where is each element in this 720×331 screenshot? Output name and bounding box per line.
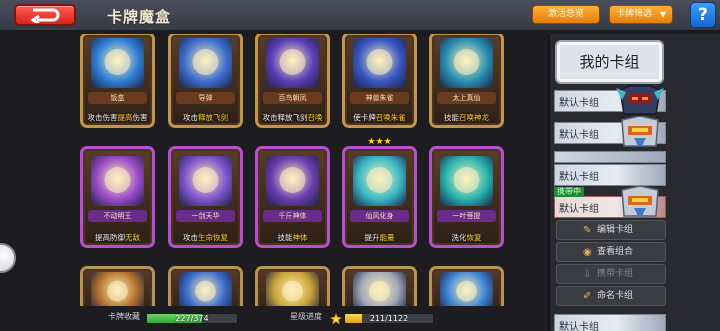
deck-item[interactable]: 默认卡组	[554, 314, 666, 331]
card-skill-text: 攻击释放飞剑召唤	[262, 113, 323, 122]
view-combo-button[interactable]: ◉ 查看组合	[556, 242, 666, 262]
card-skill-text: 攻击生命恢复	[183, 233, 228, 242]
card-item[interactable]	[342, 266, 417, 306]
deck-item-name: 默认卡组	[559, 322, 599, 331]
card-name: 太上真仙	[437, 92, 496, 104]
card-skill-text: 使卡牌召唤朱雀	[353, 113, 406, 122]
robot-avatar-icon	[616, 85, 664, 115]
card-item[interactable]: 仙风化身 提升能量	[342, 146, 417, 248]
robot-avatar-icon	[621, 116, 659, 147]
card-frame	[255, 266, 330, 306]
card-name: 一叶菩提	[437, 210, 496, 222]
edit-deck-button[interactable]: ✎ 编辑卡组	[556, 220, 666, 240]
help-button[interactable]: ?	[690, 2, 716, 28]
card-filter-dropdown[interactable]: 卡牌筛选 ▼	[609, 5, 673, 24]
deck-item[interactable]: 默认卡组	[554, 164, 666, 186]
rename-deck-button[interactable]: ✐ 命名卡组	[556, 286, 666, 306]
star-icon	[330, 313, 342, 325]
deck-panel: 我的卡组 默认卡组 默认卡组 默认卡组 携带中 默认卡组 ✎ 编辑卡组 ◉ 查看…	[548, 34, 720, 331]
deck-item-name: 默认卡组	[559, 172, 599, 183]
card-name: 仙风化身	[350, 210, 409, 222]
star-progress-label: 星级进度	[290, 312, 322, 321]
card-item[interactable]	[168, 266, 243, 306]
top-bar: 卡牌魔盒 激活总览 卡牌筛选 ▼ ?	[0, 0, 720, 32]
card-frame	[168, 266, 243, 306]
deck-item-name: 默认卡组	[559, 130, 599, 141]
collection-progress-text: 227/374	[175, 314, 209, 323]
progress-bar-area: 卡牌收藏 227/374 星级进度 211/1122	[0, 306, 548, 331]
card-skill-text: 技能神体	[277, 233, 308, 242]
card-item[interactable]: 导弹 攻击释放飞剑	[168, 34, 243, 128]
deck-item-name: 默认卡组	[559, 204, 599, 215]
view-icon: ◉	[583, 247, 592, 258]
card-frame	[342, 266, 417, 306]
card-item[interactable]: 百鸟朝凤攻击释放飞剑召唤	[255, 34, 330, 128]
deck-item-name: 默认卡组	[559, 98, 599, 109]
card-skill-text: 攻击伤害提高伤害	[87, 113, 148, 122]
card-item[interactable]: 一叶菩提 洗化恢复	[429, 146, 504, 248]
deck-separator	[554, 151, 666, 163]
edit-deck-label: 编辑卡组	[597, 225, 634, 235]
card-grid: 饭盒 攻击伤害提高伤害 导弹 攻击释放飞剑 百鸟朝凤 攻击释放飞剑召唤 神兽朱雀 使卡牌召唤朱…	[0, 34, 548, 306]
card-skill-text: 提升能量	[364, 233, 395, 242]
card-skill-text: 提高防御无敌	[95, 233, 140, 242]
back-arrow-icon	[30, 8, 60, 23]
card-skill-text: 洗化恢复	[451, 233, 482, 242]
card-name: 一剑天华	[176, 210, 235, 222]
card-frame	[80, 266, 155, 306]
card-item[interactable]	[80, 266, 155, 306]
star-progress-bar: 211/1122	[344, 313, 434, 324]
view-combo-label: 查看组合	[597, 247, 634, 257]
card-filter-label: 卡牌筛选	[616, 9, 653, 19]
card-skill-text: 技能召唤神龙	[444, 113, 489, 122]
card-item[interactable]: 千斤神体 技能神体	[255, 146, 330, 248]
rename-icon: ✐	[583, 291, 592, 302]
card-item[interactable]	[255, 266, 330, 306]
card-name: 饭盒	[88, 92, 147, 104]
carry-deck-label: 携带卡组	[597, 269, 634, 279]
card-item[interactable]	[429, 266, 504, 306]
equipped-badge: 携带中	[554, 187, 584, 197]
back-button[interactable]	[14, 4, 76, 26]
card-item[interactable]: 饭盒攻击伤害提高伤害	[80, 34, 155, 128]
card-name: 神兽朱雀	[350, 92, 409, 104]
robot-avatar-icon	[621, 186, 659, 217]
deck-panel-title: 我的卡组	[555, 40, 664, 84]
carry-deck-button[interactable]: ⇩ 携带卡组	[556, 264, 666, 284]
chevron-down-icon: ▼	[659, 10, 666, 19]
card-item[interactable]: 一剑天华攻击生命恢复	[168, 146, 243, 248]
activation-overview-button[interactable]: 激活总览	[532, 5, 600, 24]
card-name: 不动明王	[88, 210, 147, 222]
edit-icon: ✎	[583, 225, 592, 236]
card-frame	[429, 266, 504, 306]
card-item[interactable]: 神兽朱雀使卡牌召唤朱雀	[342, 34, 417, 128]
card-item[interactable]: 不动明王提高防御无敌	[80, 146, 155, 248]
card-skill-text: 攻击释放飞剑	[183, 113, 228, 122]
card-name: 导弹	[176, 92, 235, 104]
card-item[interactable]: 太上真仙技能召唤神龙	[429, 34, 504, 128]
page-title: 卡牌魔盒	[107, 8, 172, 26]
rename-deck-label: 命名卡组	[597, 291, 634, 301]
card-star-rating: ★★★	[367, 137, 392, 147]
collection-progress-bar: 227/374	[146, 313, 238, 324]
carry-icon: ⇩	[583, 269, 592, 280]
card-name: 百鸟朝凤	[263, 92, 322, 104]
collection-label: 卡牌收藏	[108, 312, 140, 321]
star-progress-text: 211/1122	[369, 314, 409, 323]
card-name: 千斤神体	[263, 210, 322, 222]
